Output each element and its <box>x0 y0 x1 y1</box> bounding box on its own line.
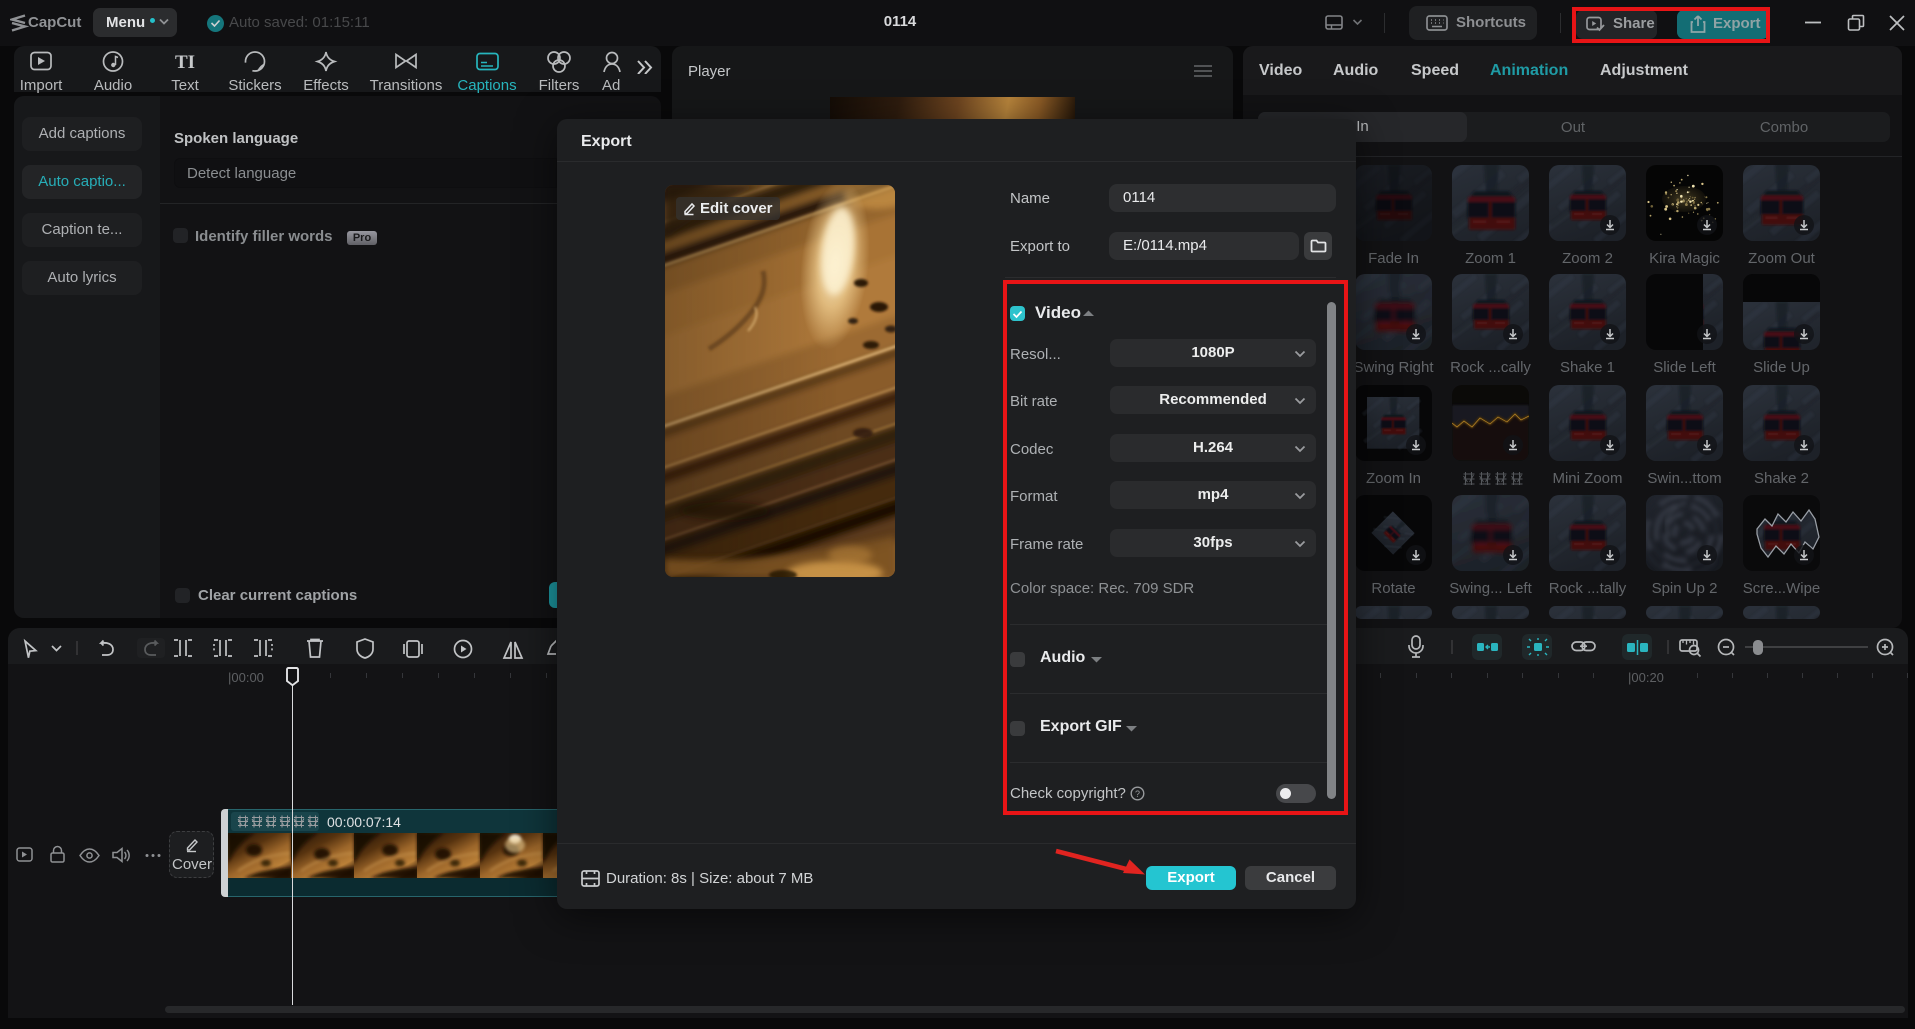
svg-text:TI: TI <box>175 52 195 73</box>
